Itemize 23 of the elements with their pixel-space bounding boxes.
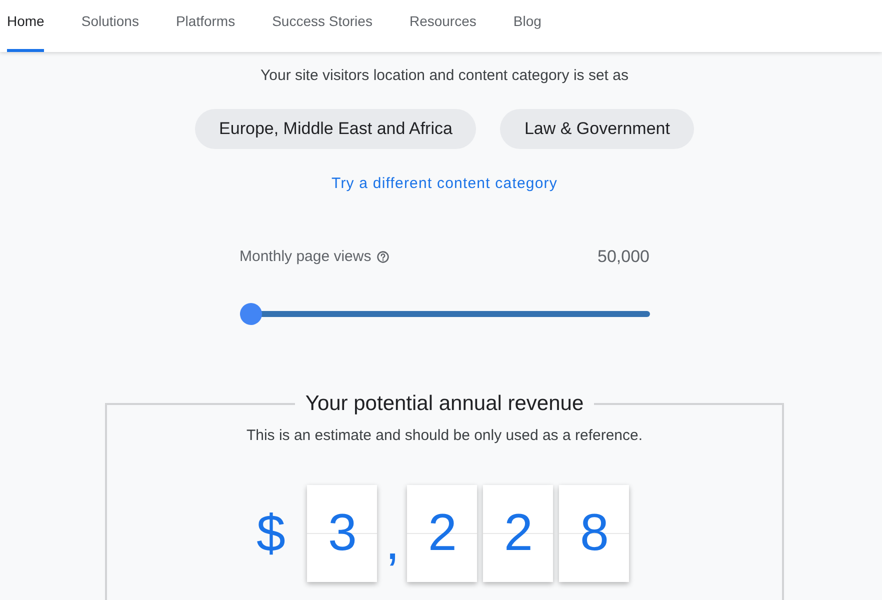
digit-card: 2 xyxy=(483,485,554,582)
digit-card: 3 xyxy=(307,485,378,582)
slider-thumb[interactable] xyxy=(240,303,262,325)
help-icon[interactable] xyxy=(377,251,390,263)
field-label: Monthly page views xyxy=(240,247,372,267)
nav-tab[interactable]: Blog xyxy=(513,0,542,52)
thousands-separator: , xyxy=(384,516,401,568)
panel-note: This is an estimate and should be only used as a reference. xyxy=(246,426,643,446)
nav-tab[interactable]: Platforms xyxy=(176,0,236,52)
panel-title: Your potential annual revenue xyxy=(304,391,585,417)
digit-card: 8 xyxy=(559,485,630,582)
nav-tab[interactable]: Resources xyxy=(409,0,476,52)
intro-text: Your site visitors location and content category is set as xyxy=(260,66,628,86)
category-link[interactable]: Try a different content category xyxy=(332,174,558,194)
nav-tab[interactable]: Solutions xyxy=(81,0,139,52)
digit-card: 2 xyxy=(407,485,478,582)
selection-chip[interactable]: Europe, Middle East and Africa xyxy=(195,109,476,149)
field-value: 50,000 xyxy=(598,247,650,267)
slider-track[interactable] xyxy=(240,303,650,325)
nav-tab[interactable]: Home xyxy=(7,0,44,52)
currency-symbol: $ xyxy=(256,504,286,564)
nav-tab[interactable]: Success Stories xyxy=(272,0,372,52)
selection-chip[interactable]: Law & Government xyxy=(500,109,694,149)
